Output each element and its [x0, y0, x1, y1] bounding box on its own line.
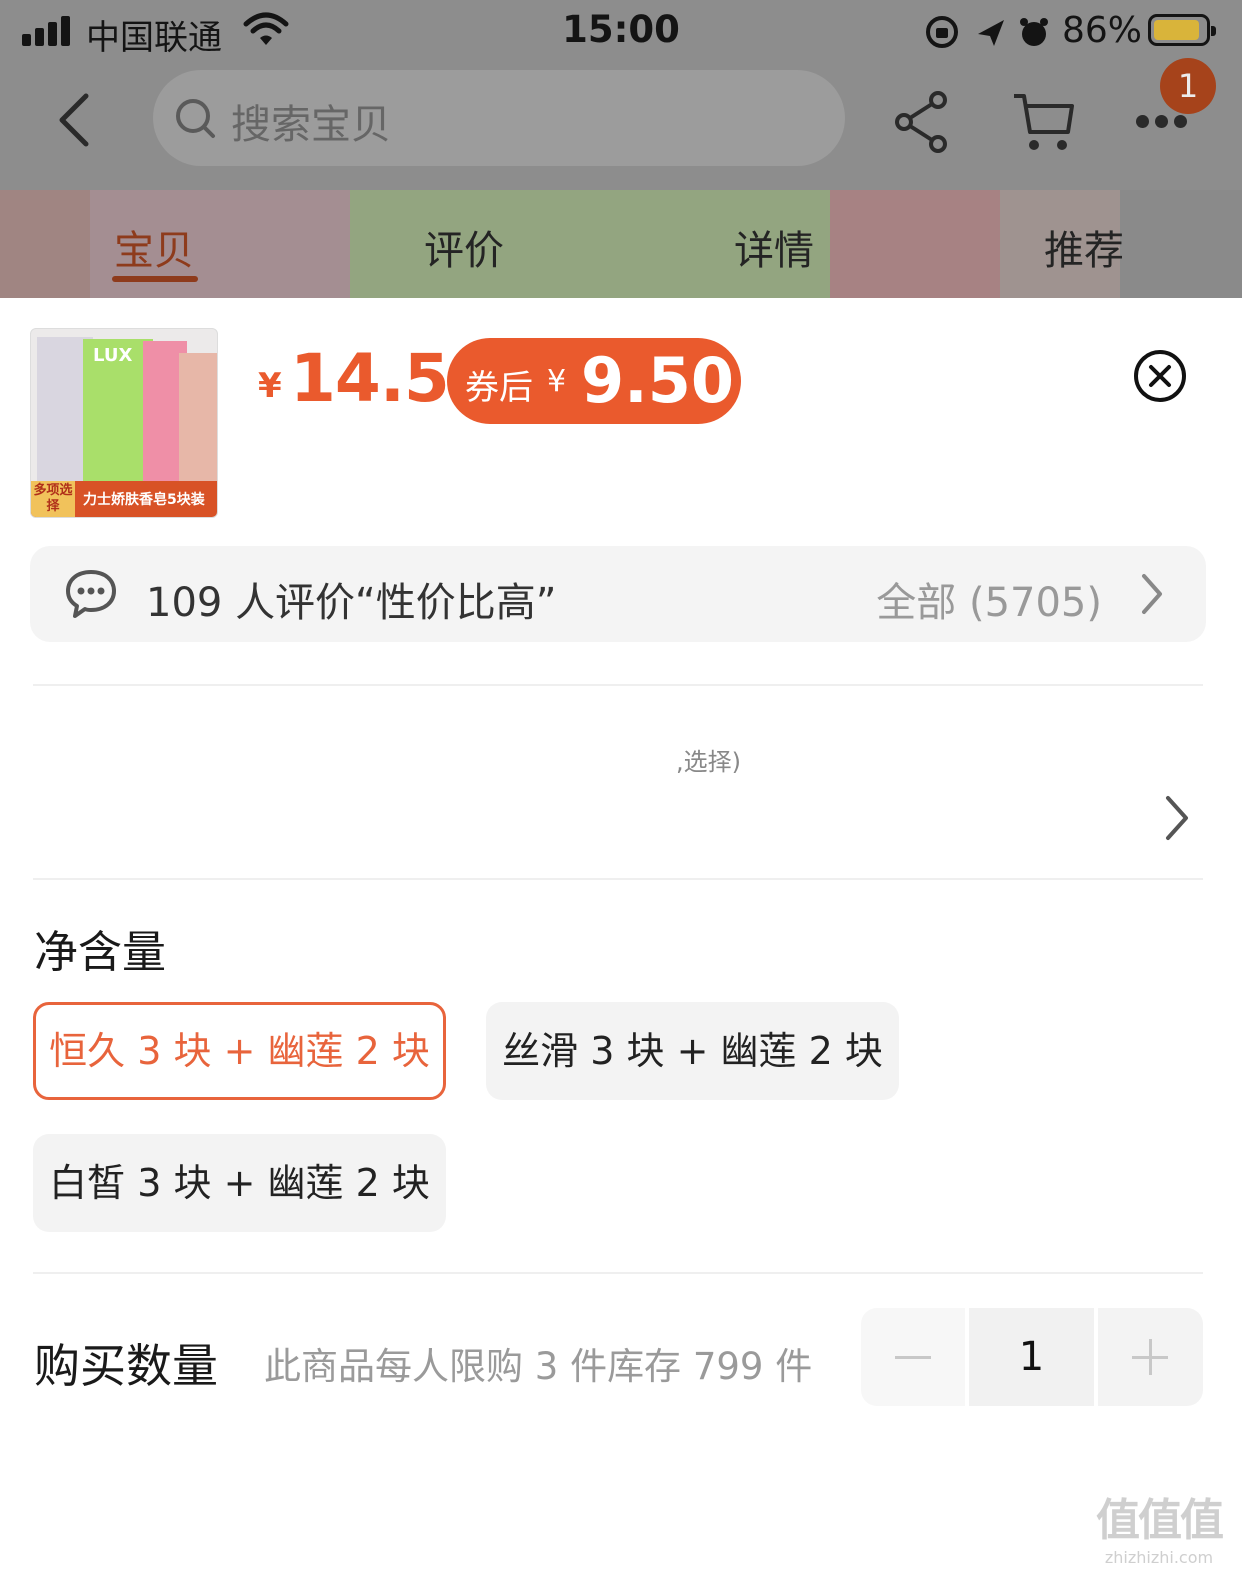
address-partial-text: ,选择): [676, 748, 741, 776]
address-chevron-icon[interactable]: [1160, 794, 1194, 846]
status-icons: [924, 12, 1054, 52]
divider: [33, 878, 1203, 880]
site-watermark: 值值值 zhizhizhi.com: [1088, 1484, 1230, 1567]
dimmed-page-background[interactable]: 中国联通 15:00 86% 搜索宝贝 1 宝贝 评价 详情 推荐: [0, 0, 1242, 300]
tab-bar: 宝贝 评价 详情 推荐: [0, 190, 1242, 300]
divider: [33, 684, 1203, 686]
cart-icon[interactable]: [1010, 90, 1076, 158]
all-reviews-link[interactable]: 全部 (5705): [876, 570, 1102, 628]
tab-item[interactable]: 宝贝: [114, 218, 194, 276]
chat-bubble-icon: [64, 568, 118, 624]
price-currency: ¥: [258, 366, 282, 406]
thumb-caption: 力士娇肤香皂5块装: [83, 492, 205, 508]
location-arrow-icon: [978, 20, 1004, 46]
search-input[interactable]: 搜索宝贝: [153, 70, 845, 166]
quantity-increment-button[interactable]: [1098, 1308, 1203, 1406]
quantity-value[interactable]: 1: [969, 1308, 1094, 1406]
thumb-brand: LUX: [93, 345, 133, 366]
coupon-currency: ¥: [547, 364, 567, 399]
quantity-decrement-button[interactable]: [861, 1308, 965, 1406]
sku-selection-sheet: LUX 多项选择 力士娇肤香皂5块装 ¥ 14.5 券后 ¥ 9.50 109 …: [0, 298, 1242, 1575]
chevron-right-icon: [1138, 572, 1166, 620]
review-summary-bar[interactable]: 109 人评价“性价比高” 全部 (5705): [30, 546, 1206, 642]
thumb-badge: 多项选择: [31, 481, 75, 517]
spec-option-3[interactable]: 白皙 3 块 + 幽莲 2 块: [33, 1134, 446, 1232]
spec-option-1[interactable]: 恒久 3 块 + 幽莲 2 块: [33, 1002, 446, 1100]
clock-time: 15:00: [562, 8, 680, 51]
spec-title: 净含量: [34, 927, 166, 978]
more-icon[interactable]: [1134, 112, 1190, 132]
watermark-logo: 值值值: [1096, 1495, 1224, 1546]
quantity-limit-note: 此商品每人限购 3 件库存 799 件: [264, 1345, 813, 1388]
alarm-icon: [1020, 18, 1048, 46]
tab-details[interactable]: 详情: [734, 218, 814, 276]
orientation-lock-icon: [926, 16, 958, 48]
search-icon: [175, 98, 217, 144]
status-bar: 中国联通 15:00 86%: [0, 0, 1242, 64]
coupon-label: 券后: [465, 368, 533, 408]
close-icon[interactable]: [1132, 348, 1188, 404]
watermark-domain: zhizhizhi.com: [1104, 1548, 1214, 1567]
battery-icon: [1148, 14, 1216, 46]
top-nav-bar: 搜索宝贝 1: [0, 58, 1242, 190]
share-icon[interactable]: [890, 90, 954, 158]
product-thumbnail[interactable]: LUX 多项选择 力士娇肤香皂5块装: [30, 328, 218, 518]
back-arrow-icon[interactable]: [50, 90, 100, 150]
quantity-title: 购买数量: [34, 1339, 218, 1393]
active-tab-indicator: [112, 276, 198, 282]
battery-percent: 86%: [1062, 10, 1143, 51]
tab-recommend[interactable]: 推荐: [1044, 218, 1124, 276]
coupon-price-badge: 券后 ¥ 9.50: [447, 338, 741, 424]
coupon-price: 9.50: [581, 344, 734, 417]
spec-option-2[interactable]: 丝滑 3 块 + 幽莲 2 块: [486, 1002, 899, 1100]
price: 14.5: [290, 340, 450, 417]
notification-badge: 1: [1160, 58, 1216, 114]
review-highlight: 109 人评价“性价比高”: [146, 580, 557, 626]
search-placeholder: 搜索宝贝: [231, 102, 391, 148]
tab-reviews[interactable]: 评价: [424, 218, 504, 276]
divider: [33, 1272, 1203, 1274]
